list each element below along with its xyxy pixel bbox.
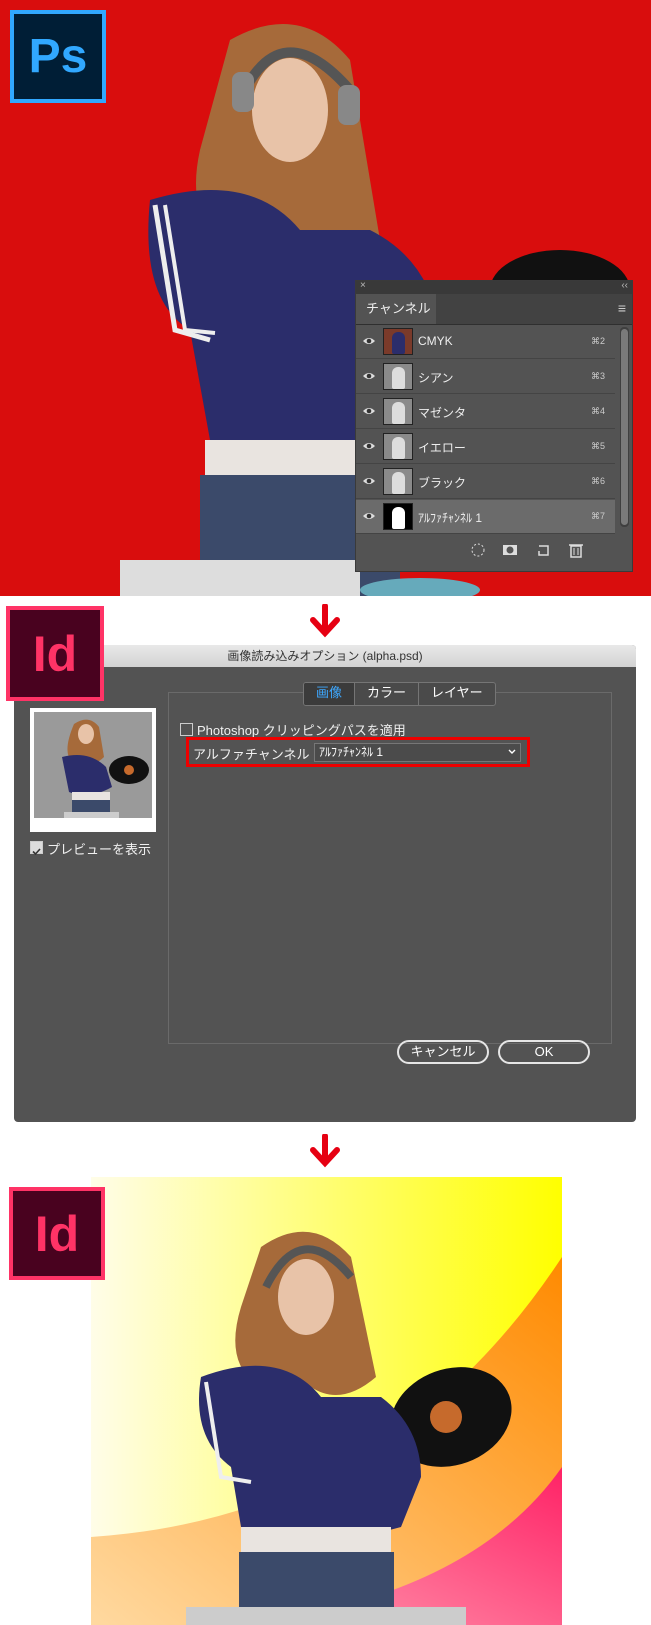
channel-name: シアン — [418, 371, 454, 385]
image-import-options-dialog: 画像読み込みオプション (alpha.psd) プレビューを表示 画像 カラー … — [14, 645, 636, 1122]
channel-thumbnail — [383, 398, 413, 425]
channel-shortcut: ⌘5 — [590, 441, 605, 451]
preview-label: プレビューを表示 — [47, 842, 152, 857]
alpha-channel-value: ｱﾙﾌｧﾁｬﾝﾈﾙ 1 — [319, 745, 384, 759]
chevron-down-icon — [508, 749, 516, 754]
down-arrow-icon — [310, 1134, 340, 1168]
channel-row[interactable]: シアン ⌘3 — [356, 360, 615, 394]
channel-name: ブラック — [418, 476, 467, 490]
channels-panel-titlebar: × ‹‹ — [356, 280, 632, 294]
channels-footer — [356, 529, 632, 573]
ok-button[interactable]: OK — [498, 1040, 590, 1064]
channel-thumbnail — [383, 468, 413, 495]
tab-layers[interactable]: レイヤー — [419, 683, 495, 705]
eye-icon[interactable] — [362, 474, 376, 488]
channel-shortcut: ⌘7 — [590, 511, 605, 521]
new-channel-icon[interactable] — [534, 540, 554, 560]
dialog-title: 画像読み込みオプション (alpha.psd) — [14, 645, 636, 667]
channels-scrollbar[interactable] — [620, 327, 629, 527]
channel-thumbnail — [383, 363, 413, 390]
channel-row[interactable]: マゼンタ ⌘4 — [356, 395, 615, 429]
panel-collapse-icon[interactable]: ‹‹ — [621, 280, 628, 291]
channel-row[interactable]: ブラック ⌘6 — [356, 465, 615, 499]
eye-icon[interactable] — [362, 334, 376, 348]
channel-row[interactable]: CMYK ⌘2 — [356, 325, 615, 359]
channel-shortcut: ⌘4 — [590, 406, 605, 416]
image-preview — [30, 708, 156, 832]
preview-thumbnail — [34, 712, 152, 828]
channel-name: CMYK — [418, 334, 453, 348]
channel-thumbnail — [383, 503, 413, 530]
clipping-path-checkbox[interactable] — [180, 723, 193, 736]
panel-close-icon[interactable]: × — [360, 280, 366, 291]
channel-shortcut: ⌘3 — [590, 371, 605, 381]
checkmark-icon — [32, 848, 41, 856]
eye-icon[interactable] — [362, 404, 376, 418]
channel-shortcut: ⌘2 — [590, 336, 605, 346]
channel-thumbnail — [383, 328, 413, 355]
tab-image[interactable]: 画像 — [304, 683, 356, 705]
eye-icon[interactable] — [362, 369, 376, 383]
result-artwork — [91, 1177, 562, 1625]
channel-shortcut: ⌘6 — [590, 476, 605, 486]
photoshop-logo: Ps — [10, 10, 106, 103]
channel-thumbnail — [383, 433, 413, 460]
channels-panel: × ‹‹ チャンネル ≡ CMYK ⌘2 シアン ⌘3 マゼンタ ⌘4 イエロー ⌘5 ブラック… — [355, 280, 633, 572]
channel-name: ｱﾙﾌｧﾁｬﾝﾈﾙ 1 — [418, 511, 483, 525]
channel-name: イエロー — [418, 441, 466, 455]
channel-name: マゼンタ — [418, 406, 467, 420]
cancel-button[interactable]: キャンセル — [397, 1040, 489, 1064]
alpha-channel-highlight: アルファチャンネル : ｱﾙﾌｧﾁｬﾝﾈﾙ 1 — [186, 737, 530, 767]
save-selection-icon[interactable] — [500, 540, 520, 560]
eye-icon[interactable] — [362, 509, 376, 523]
indesign-logo-result: Id — [9, 1187, 105, 1280]
trash-icon[interactable] — [566, 540, 586, 560]
channels-tabbar: チャンネル ≡ — [356, 294, 632, 325]
load-selection-icon[interactable] — [468, 540, 488, 560]
preview-checkbox[interactable] — [30, 841, 43, 856]
alpha-channel-select[interactable]: ｱﾙﾌｧﾁｬﾝﾈﾙ 1 — [314, 743, 521, 762]
eye-icon[interactable] — [362, 439, 376, 453]
channel-row[interactable]: イエロー ⌘5 — [356, 430, 615, 464]
options-tabs: 画像 カラー レイヤー — [303, 682, 496, 706]
indesign-logo: Id — [6, 606, 104, 701]
photoshop-screenshot: Ps × ‹‹ チャンネル ≡ CMYK ⌘2 シアン ⌘3 マゼンタ ⌘4 イエロー ⌘5 ブ… — [0, 0, 651, 596]
tab-channels[interactable]: チャンネル — [356, 294, 436, 324]
down-arrow-icon — [310, 604, 340, 638]
panel-menu-icon[interactable]: ≡ — [618, 300, 626, 316]
alpha-channel-label: アルファチャンネル : — [193, 747, 317, 762]
scrollbar-thumb[interactable] — [621, 329, 628, 525]
result-layout — [91, 1177, 562, 1625]
tab-color[interactable]: カラー — [355, 683, 420, 705]
